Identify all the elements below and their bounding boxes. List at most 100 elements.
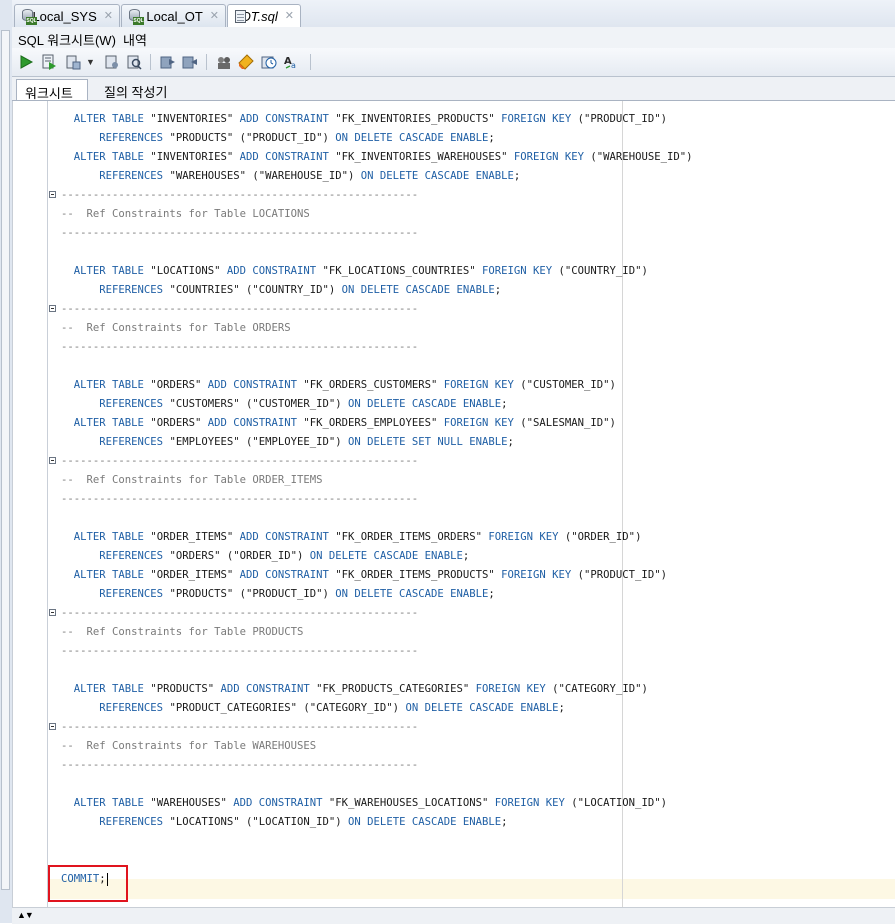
sql-history-icon[interactable] (261, 54, 277, 70)
code-line[interactable]: REFERENCES "LOCATIONS" ("LOCATION_ID") O… (61, 813, 508, 832)
clear-icon[interactable] (238, 54, 254, 70)
code-token: ALTER TABLE (73, 265, 151, 277)
explain-plan-icon[interactable] (65, 54, 81, 70)
code-line[interactable]: ----------------------------------------… (61, 490, 418, 509)
code-line[interactable]: ALTER TABLE "ORDER_ITEMS" ADD CONSTRAINT… (61, 528, 642, 547)
code-line[interactable]: ALTER TABLE "ORDERS" ADD CONSTRAINT "FK_… (61, 414, 616, 433)
sql-file-icon (234, 9, 246, 25)
code-token: FOREIGN KEY (481, 265, 559, 277)
code-token: "FK_PRODUCTS_CATEGORIES" (316, 683, 476, 695)
tab-local-sys[interactable]: SQL Local_SYS ✕ (14, 4, 120, 27)
code-line[interactable]: REFERENCES "ORDERS" ("ORDER_ID") ON DELE… (61, 547, 469, 566)
code-line[interactable]: REFERENCES "CUSTOMERS" ("CUSTOMER_ID") O… (61, 395, 507, 414)
code-line[interactable]: -- Ref Constraints for Table ORDER_ITEMS (61, 471, 323, 490)
run-script-icon[interactable] (41, 54, 57, 70)
tab-sql-worksheet[interactable]: SQL 워크시트(W) (18, 30, 116, 49)
code-token: "ORDERS" ("ORDER_ID") (169, 550, 310, 562)
code-line[interactable]: REFERENCES "PRODUCTS" ("PRODUCT_ID") ON … (61, 129, 494, 148)
code-token: ("CUSTOMER_ID") (520, 379, 616, 391)
code-line[interactable]: ----------------------------------------… (61, 186, 418, 205)
code-token: ON DELETE CASCADE ENABLE (309, 550, 463, 562)
tab-local-ot[interactable]: SQL Local_OT ✕ (121, 4, 226, 27)
code-line[interactable]: ----------------------------------------… (61, 718, 418, 737)
code-line[interactable]: -- Ref Constraints for Table ORDERS (61, 319, 291, 338)
code-token: "FK_LOCATIONS_COUNTRIES" (322, 265, 482, 277)
tab-history[interactable]: 내역 (123, 30, 147, 49)
code-token: ----------------------------------------… (61, 455, 419, 467)
sql-editor[interactable]: ALTER TABLE "INVENTORIES" ADD CONSTRAINT… (12, 101, 895, 907)
left-pane-scrollbar[interactable] (1, 30, 10, 890)
code-token: FOREIGN KEY (501, 113, 578, 125)
run-statement-icon[interactable] (18, 54, 34, 70)
code-token: ON DELETE CASCADE ENABLE (335, 588, 489, 600)
code-token: ALTER TABLE (73, 151, 151, 163)
code-token: ----------------------------------------… (61, 493, 419, 505)
code-line[interactable]: ALTER TABLE "INVENTORIES" ADD CONSTRAINT… (61, 110, 667, 129)
scroll-arrows-icon[interactable]: ▲▼ (17, 910, 34, 920)
code-line[interactable]: ----------------------------------------… (61, 642, 418, 661)
code-token: ALTER TABLE (73, 683, 151, 695)
fold-toggle-icon[interactable] (49, 305, 56, 312)
code-token: ("ORDER_ID") (564, 531, 642, 543)
toolbar-separator (150, 54, 151, 70)
code-token: ADD CONSTRAINT (207, 417, 304, 429)
code-line[interactable]: ALTER TABLE "INVENTORIES" ADD CONSTRAINT… (61, 148, 693, 167)
sql-tuning-icon[interactable] (126, 54, 142, 70)
autotrace-icon[interactable] (104, 54, 120, 70)
code-line[interactable]: -- Ref Constraints for Table WAREHOUSES (61, 737, 316, 756)
code-line[interactable]: ALTER TABLE "WAREHOUSES" ADD CONSTRAINT … (61, 794, 667, 813)
fold-toggle-icon[interactable] (49, 457, 56, 464)
code-line[interactable]: ----------------------------------------… (61, 224, 418, 243)
close-icon[interactable]: ✕ (210, 9, 219, 22)
code-line[interactable]: ALTER TABLE "PRODUCTS" ADD CONSTRAINT "F… (61, 680, 648, 699)
code-line[interactable]: ALTER TABLE "ORDERS" ADD CONSTRAINT "FK_… (61, 376, 616, 395)
code-token: ON DELETE CASCADE ENABLE (341, 284, 495, 296)
close-icon[interactable]: ✕ (285, 9, 294, 22)
code-line[interactable]: ALTER TABLE "ORDER_ITEMS" ADD CONSTRAINT… (61, 566, 667, 585)
unshared-sql-icon[interactable] (216, 54, 232, 70)
code-token: ; (501, 816, 508, 828)
code-line[interactable]: REFERENCES "PRODUCTS" ("PRODUCT_ID") ON … (61, 585, 494, 604)
code-line[interactable]: REFERENCES "PRODUCT_CATEGORIES" ("CATEGO… (61, 699, 565, 718)
tab-ot-sql[interactable]: OT.sql ✕ (227, 4, 301, 28)
fold-toggle-icon[interactable] (49, 191, 56, 198)
rollback-icon[interactable] (182, 54, 198, 70)
code-token: FOREIGN KEY (501, 569, 578, 581)
toolbar-separator (310, 54, 311, 70)
code-line[interactable]: ----------------------------------------… (61, 604, 418, 623)
code-line[interactable]: -- Ref Constraints for Table PRODUCTS (61, 623, 303, 642)
code-line[interactable]: ----------------------------------------… (61, 756, 418, 775)
worksheet-mode-tabs: 워크시트 질의 작성기 (12, 77, 895, 101)
code-token: ("WAREHOUSE_ID") (590, 151, 693, 163)
code-line[interactable]: REFERENCES "WAREHOUSES" ("WAREHOUSE_ID")… (61, 167, 520, 186)
code-line[interactable]: ALTER TABLE "LOCATIONS" ADD CONSTRAINT "… (61, 262, 648, 281)
code-line[interactable]: REFERENCES "EMPLOYEES" ("EMPLOYEE_ID") O… (61, 433, 514, 452)
code-token: ("CATEGORY_ID") (552, 683, 648, 695)
code-line[interactable]: REFERENCES "COUNTRIES" ("COUNTRY_ID") ON… (61, 281, 501, 300)
code-token: "ORDER_ITEMS" (150, 569, 240, 581)
code-line[interactable]: ----------------------------------------… (61, 452, 418, 471)
commit-icon[interactable] (160, 54, 176, 70)
code-line[interactable]: ----------------------------------------… (61, 300, 418, 319)
close-icon[interactable]: ✕ (104, 9, 113, 22)
tab-query-builder[interactable]: 질의 작성기 (96, 79, 175, 100)
code-line[interactable]: ----------------------------------------… (61, 338, 418, 357)
fold-toggle-icon[interactable] (49, 609, 56, 616)
code-token: "FK_WAREHOUSES_LOCATIONS" (328, 797, 495, 809)
code-token: ADD CONSTRAINT (239, 531, 336, 543)
tab-label: Local_SYS (32, 9, 97, 24)
code-token: ; (494, 284, 502, 296)
fold-toggle-icon[interactable] (49, 723, 56, 730)
code-token: REFERENCES (99, 436, 170, 448)
code-line[interactable]: -- Ref Constraints for Table LOCATIONS (61, 205, 310, 224)
code-token: ----------------------------------------… (61, 607, 419, 619)
code-token: ADD CONSTRAINT (220, 683, 317, 695)
code-token: "PRODUCT_CATEGORIES" ("CATEGORY_ID") (169, 702, 406, 714)
format-icon[interactable]: Aa (284, 54, 300, 70)
chevron-down-icon[interactable]: ▼ (86, 57, 95, 67)
tab-worksheet[interactable]: 워크시트 (16, 79, 88, 101)
